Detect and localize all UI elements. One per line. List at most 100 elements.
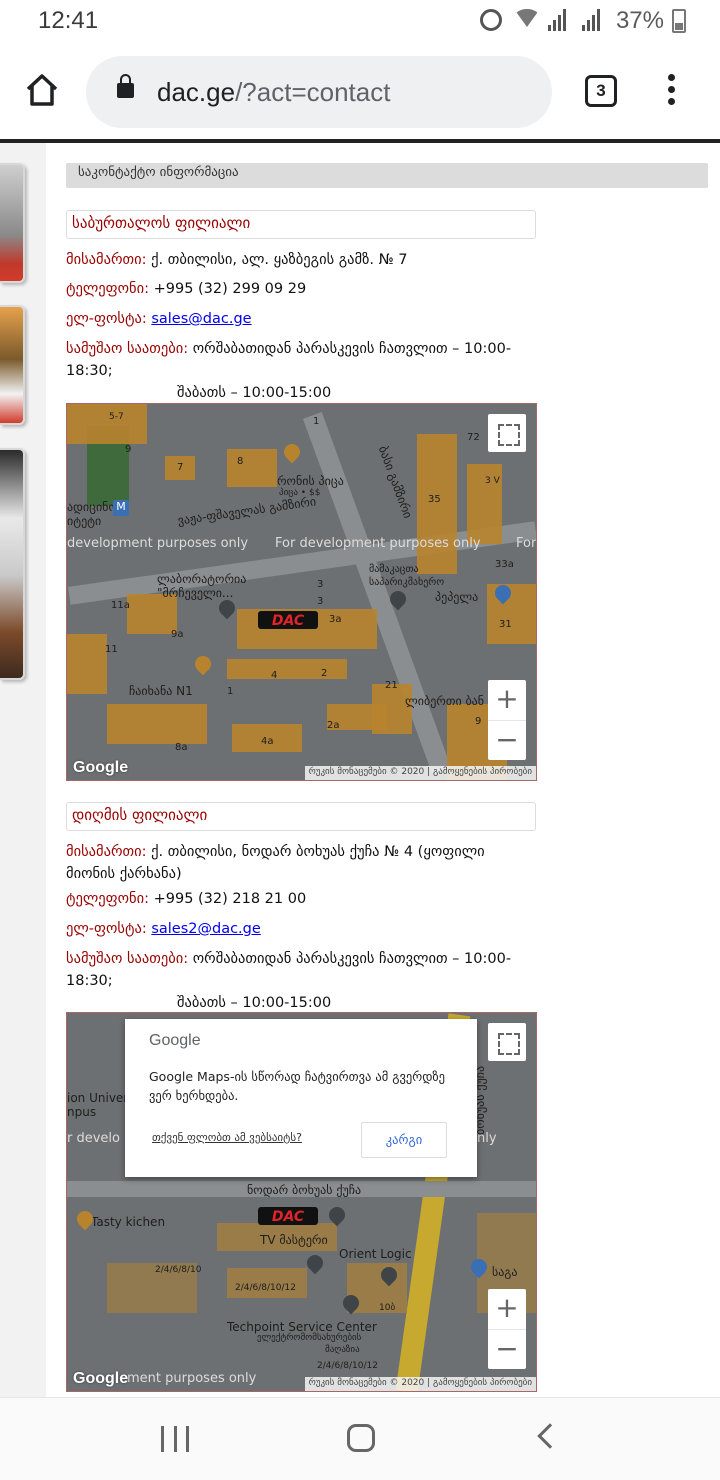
map-number: 21	[385, 680, 398, 691]
hours-label: სამუშაო საათები:	[66, 341, 189, 357]
email-row: ელ-ფოსტა: sales@dac.ge	[66, 308, 536, 330]
map-dighomi[interactable]: ion Univers npus r develo nly ნოდარ ბოხუ…	[66, 1012, 537, 1392]
map-number: 33a	[495, 559, 514, 570]
hours-row: სამუშაო საათები: ორშაბათიდან პარასკევის …	[66, 338, 536, 404]
web-page: საკონტაქტო ინფორმაცია საბურთალოს ფილიალი…	[0, 143, 720, 1397]
recents-icon[interactable]	[161, 1426, 189, 1452]
map-number: 11	[105, 644, 118, 655]
maps-error-dialog: Google Google Maps-ის სწორად ჩატვირთვა ა…	[125, 1019, 477, 1177]
map-number: 3a	[329, 614, 342, 625]
map-label: პეპელა	[435, 590, 479, 604]
side-banner-2[interactable]	[0, 305, 25, 425]
fullscreen-button[interactable]	[488, 414, 526, 452]
status-bar: 12:41 37%	[0, 0, 720, 44]
zoom-out-button[interactable]: −	[488, 1329, 526, 1369]
map-saburtalo[interactable]: რონის პიცა პიცა • $$ ვაჟა-ფშაველას გამზი…	[66, 403, 537, 781]
zoom-control: + −	[488, 680, 526, 760]
map-terms-link[interactable]: გამოყენების პირობები	[433, 1378, 532, 1388]
map-label: ნოდარ ბოხუას ქუჩა	[247, 1183, 362, 1197]
map-label: 2/4/6/8/10	[155, 1265, 202, 1275]
url-path: /?act=contact	[235, 77, 391, 107]
map-number: 1	[313, 416, 320, 427]
address-label: მისამართი:	[66, 844, 147, 860]
zoom-in-button[interactable]: +	[488, 1289, 526, 1329]
map-label: Techpoint Service Center	[227, 1320, 377, 1334]
email-label: ელ-ფოსტა:	[66, 311, 147, 327]
restaurant-pin-icon[interactable]	[280, 440, 304, 464]
map-number: 9	[475, 716, 482, 727]
section-header: საკონტაქტო ინფორმაცია	[66, 163, 708, 188]
map-number: 9a	[171, 629, 184, 640]
fullscreen-button[interactable]	[488, 1023, 526, 1061]
map-attribution: რუკის მონაცემები © 2020 | გამოყენების პი…	[304, 766, 536, 780]
restaurant-pin-icon[interactable]	[191, 652, 215, 676]
map-dev-watermark: development purposes only	[67, 536, 249, 551]
map-terms-link[interactable]: გამოყენების პირობები	[433, 767, 532, 777]
map-building	[107, 704, 207, 744]
status-icons: 37%	[479, 7, 686, 35]
place-pin-icon[interactable]	[303, 1251, 327, 1275]
phone-value: +995 (32) 218 21 00	[148, 891, 307, 907]
address-bar[interactable]: dac.ge/?act=contact	[86, 56, 552, 128]
map-attribution: რუკის მონაცემები © 2020 | გამოყენების პი…	[304, 1377, 536, 1391]
map-dev-watermark: ment purposes only	[127, 1371, 257, 1386]
address-row: მისამართი: ქ. თბილისი, ნოდარ ბოხუას ქუჩა…	[66, 841, 536, 885]
dac-logo: DAC	[258, 611, 318, 629]
phone-label: ტელეფონი:	[66, 281, 149, 297]
map-label: npus	[67, 1105, 97, 1119]
place-pin-icon[interactable]	[215, 596, 239, 620]
home-nav-icon[interactable]	[347, 1424, 375, 1452]
own-website-link[interactable]: თქვენ ფლობთ ამ ვებსაიტს?	[152, 1131, 302, 1144]
phone-row: ტელეფონი: +995 (32) 218 21 00	[66, 888, 536, 910]
map-label: ადიცინო	[67, 500, 118, 514]
url-text[interactable]: dac.ge/?act=contact	[157, 77, 390, 108]
map-label: მაღაზია	[325, 1345, 360, 1355]
map-number: 31	[499, 619, 512, 630]
phone-row: ტელეფონი: +995 (32) 299 09 29	[66, 278, 536, 300]
zoom-in-button[interactable]: +	[488, 680, 526, 720]
hours-saturday: შაბათს – 10:00-15:00	[177, 995, 332, 1011]
map-building	[227, 449, 277, 487]
map-data-link[interactable]: რუკის მონაცემები © 2020	[309, 767, 425, 777]
signal-icon	[581, 9, 608, 33]
map-number: 2a	[327, 720, 340, 731]
tab-switcher-button[interactable]: 3	[585, 75, 617, 107]
home-icon[interactable]	[24, 72, 60, 108]
map-number: 72	[467, 432, 480, 443]
map-label: 10ბ	[379, 1303, 396, 1313]
overflow-menu-icon[interactable]	[664, 74, 678, 110]
svg-text:DAC: DAC	[272, 1209, 305, 1225]
map-label: ბასი გამზირი	[375, 444, 415, 521]
side-banner-3[interactable]	[0, 448, 25, 680]
map-dev-watermark: For	[516, 536, 537, 551]
email-link[interactable]: sales@dac.ge	[151, 311, 251, 327]
phone-label: ტელეფონი:	[66, 891, 149, 907]
zoom-control: + −	[488, 1289, 526, 1369]
alarm-icon	[479, 9, 506, 33]
google-logo: Google	[73, 759, 129, 776]
map-dev-watermark: For development purposes only	[275, 536, 481, 551]
zoom-out-button[interactable]: −	[488, 720, 526, 760]
address-label: მისამართი:	[66, 252, 147, 268]
hours-row: სამუშაო საათები: ორშაბათიდან პარასკევის …	[66, 948, 536, 1014]
map-number: 3 V	[485, 476, 500, 486]
side-banner-1[interactable]	[0, 163, 25, 283]
map-label: 2/4/6/8/10/12	[317, 1361, 378, 1371]
google-logo: Google	[73, 1370, 129, 1387]
map-number: 2	[321, 668, 328, 679]
map-number: 8	[237, 456, 244, 467]
map-label: Orient Logic	[339, 1247, 412, 1261]
email-link[interactable]: sales2@dac.ge	[151, 921, 260, 937]
battery-percent: 37%	[615, 7, 664, 34]
map-label: Tasty kichen	[91, 1215, 166, 1229]
map-number: 4	[271, 670, 278, 681]
map-label: ლიბერთი ბან	[405, 694, 485, 708]
map-data-link[interactable]: რუკის მონაცემები © 2020	[309, 1378, 425, 1388]
map-dev-watermark: r develo	[67, 1131, 120, 1146]
dialog-message: Google Maps-ის სწორად ჩატვირთვა ამ გვერდ…	[149, 1069, 446, 1103]
dialog-ok-button[interactable]: კარგი	[361, 1122, 447, 1158]
status-time: 12:41	[38, 7, 99, 34]
map-building	[227, 659, 347, 679]
map-label: მამაკაცთა	[369, 564, 419, 575]
back-icon[interactable]	[537, 1423, 563, 1449]
